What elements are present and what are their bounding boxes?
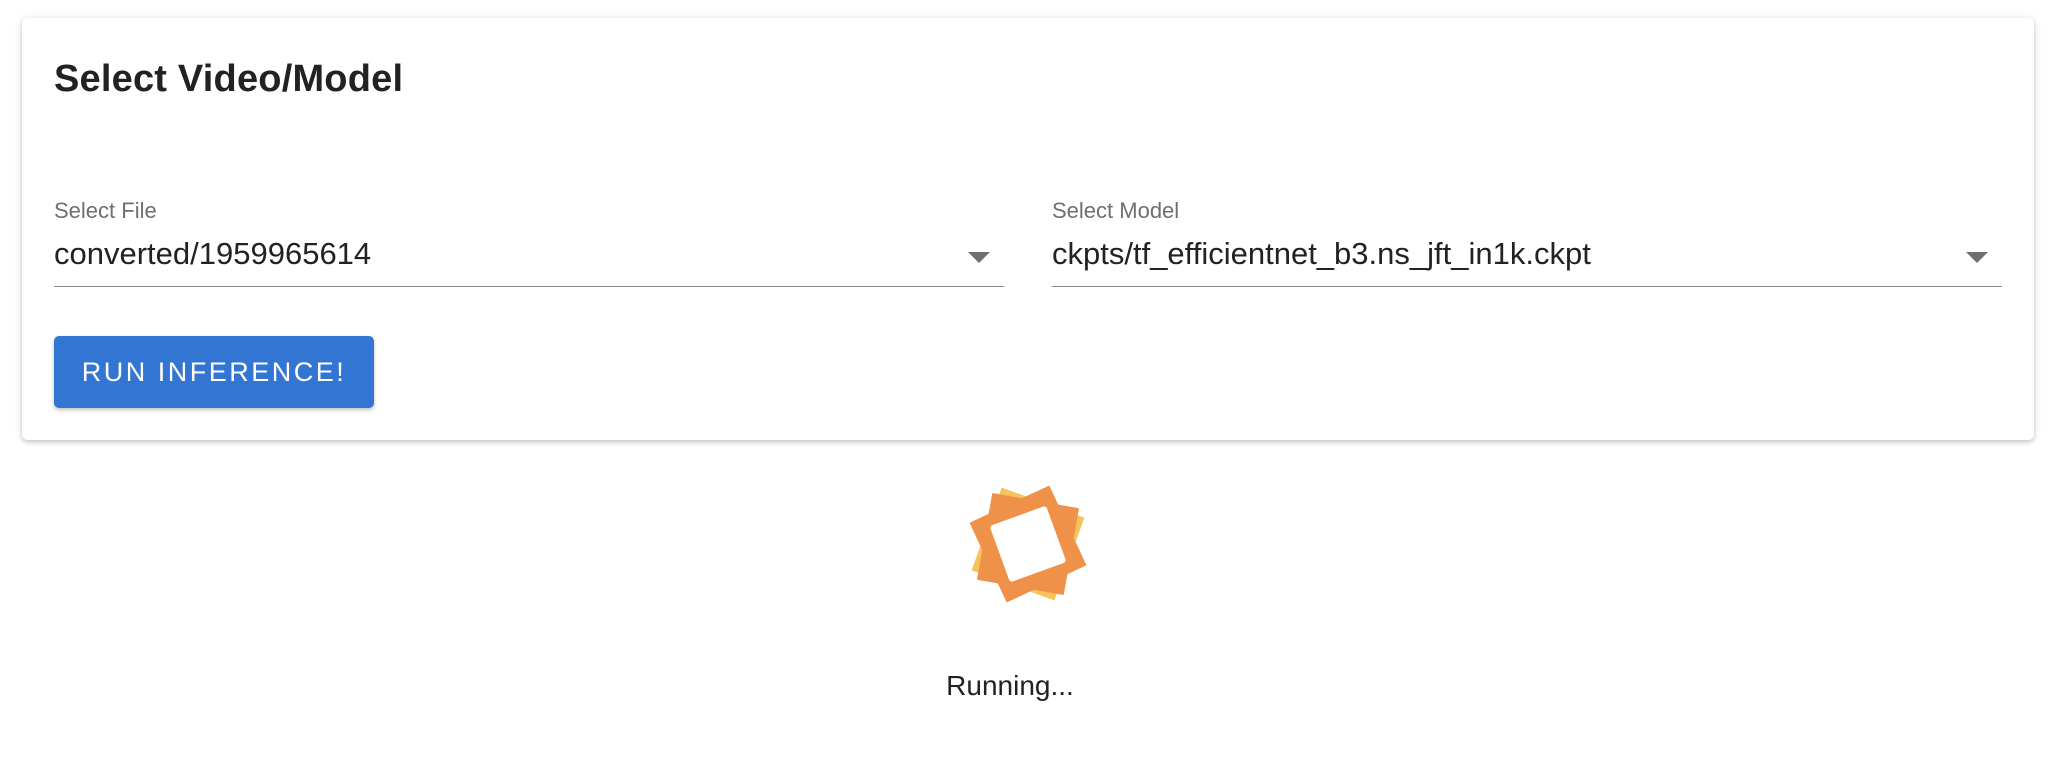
file-select[interactable]: converted/1959965614 <box>54 224 1004 287</box>
chevron-down-icon[interactable] <box>1966 252 1988 263</box>
model-select-field: Select Model ckpts/tf_efficientnet_b3.ns… <box>1052 178 2002 288</box>
chevron-down-icon[interactable] <box>968 252 990 263</box>
file-select-field: Select File converted/1959965614 <box>54 178 1004 288</box>
status-text: Running... <box>946 670 1074 701</box>
model-select-value: ckpts/tf_efficientnet_b3.ns_jft_in1k.ckp… <box>1052 236 1591 271</box>
page: Select Video/Model Select File converted… <box>0 0 2058 768</box>
panel-title: Select Video/Model <box>54 58 404 100</box>
run-inference-button[interactable]: RUN INFERENCE! <box>54 336 374 408</box>
model-select-label: Select Model <box>1052 198 1180 223</box>
select-video-model-panel: Select Video/Model Select File converted… <box>22 18 2034 440</box>
file-select-value: converted/1959965614 <box>54 236 372 271</box>
model-select[interactable]: ckpts/tf_efficientnet_b3.ns_jft_in1k.ckp… <box>1052 224 2002 287</box>
file-select-label: Select File <box>54 198 157 223</box>
loading-spinner-icon <box>969 485 1087 603</box>
